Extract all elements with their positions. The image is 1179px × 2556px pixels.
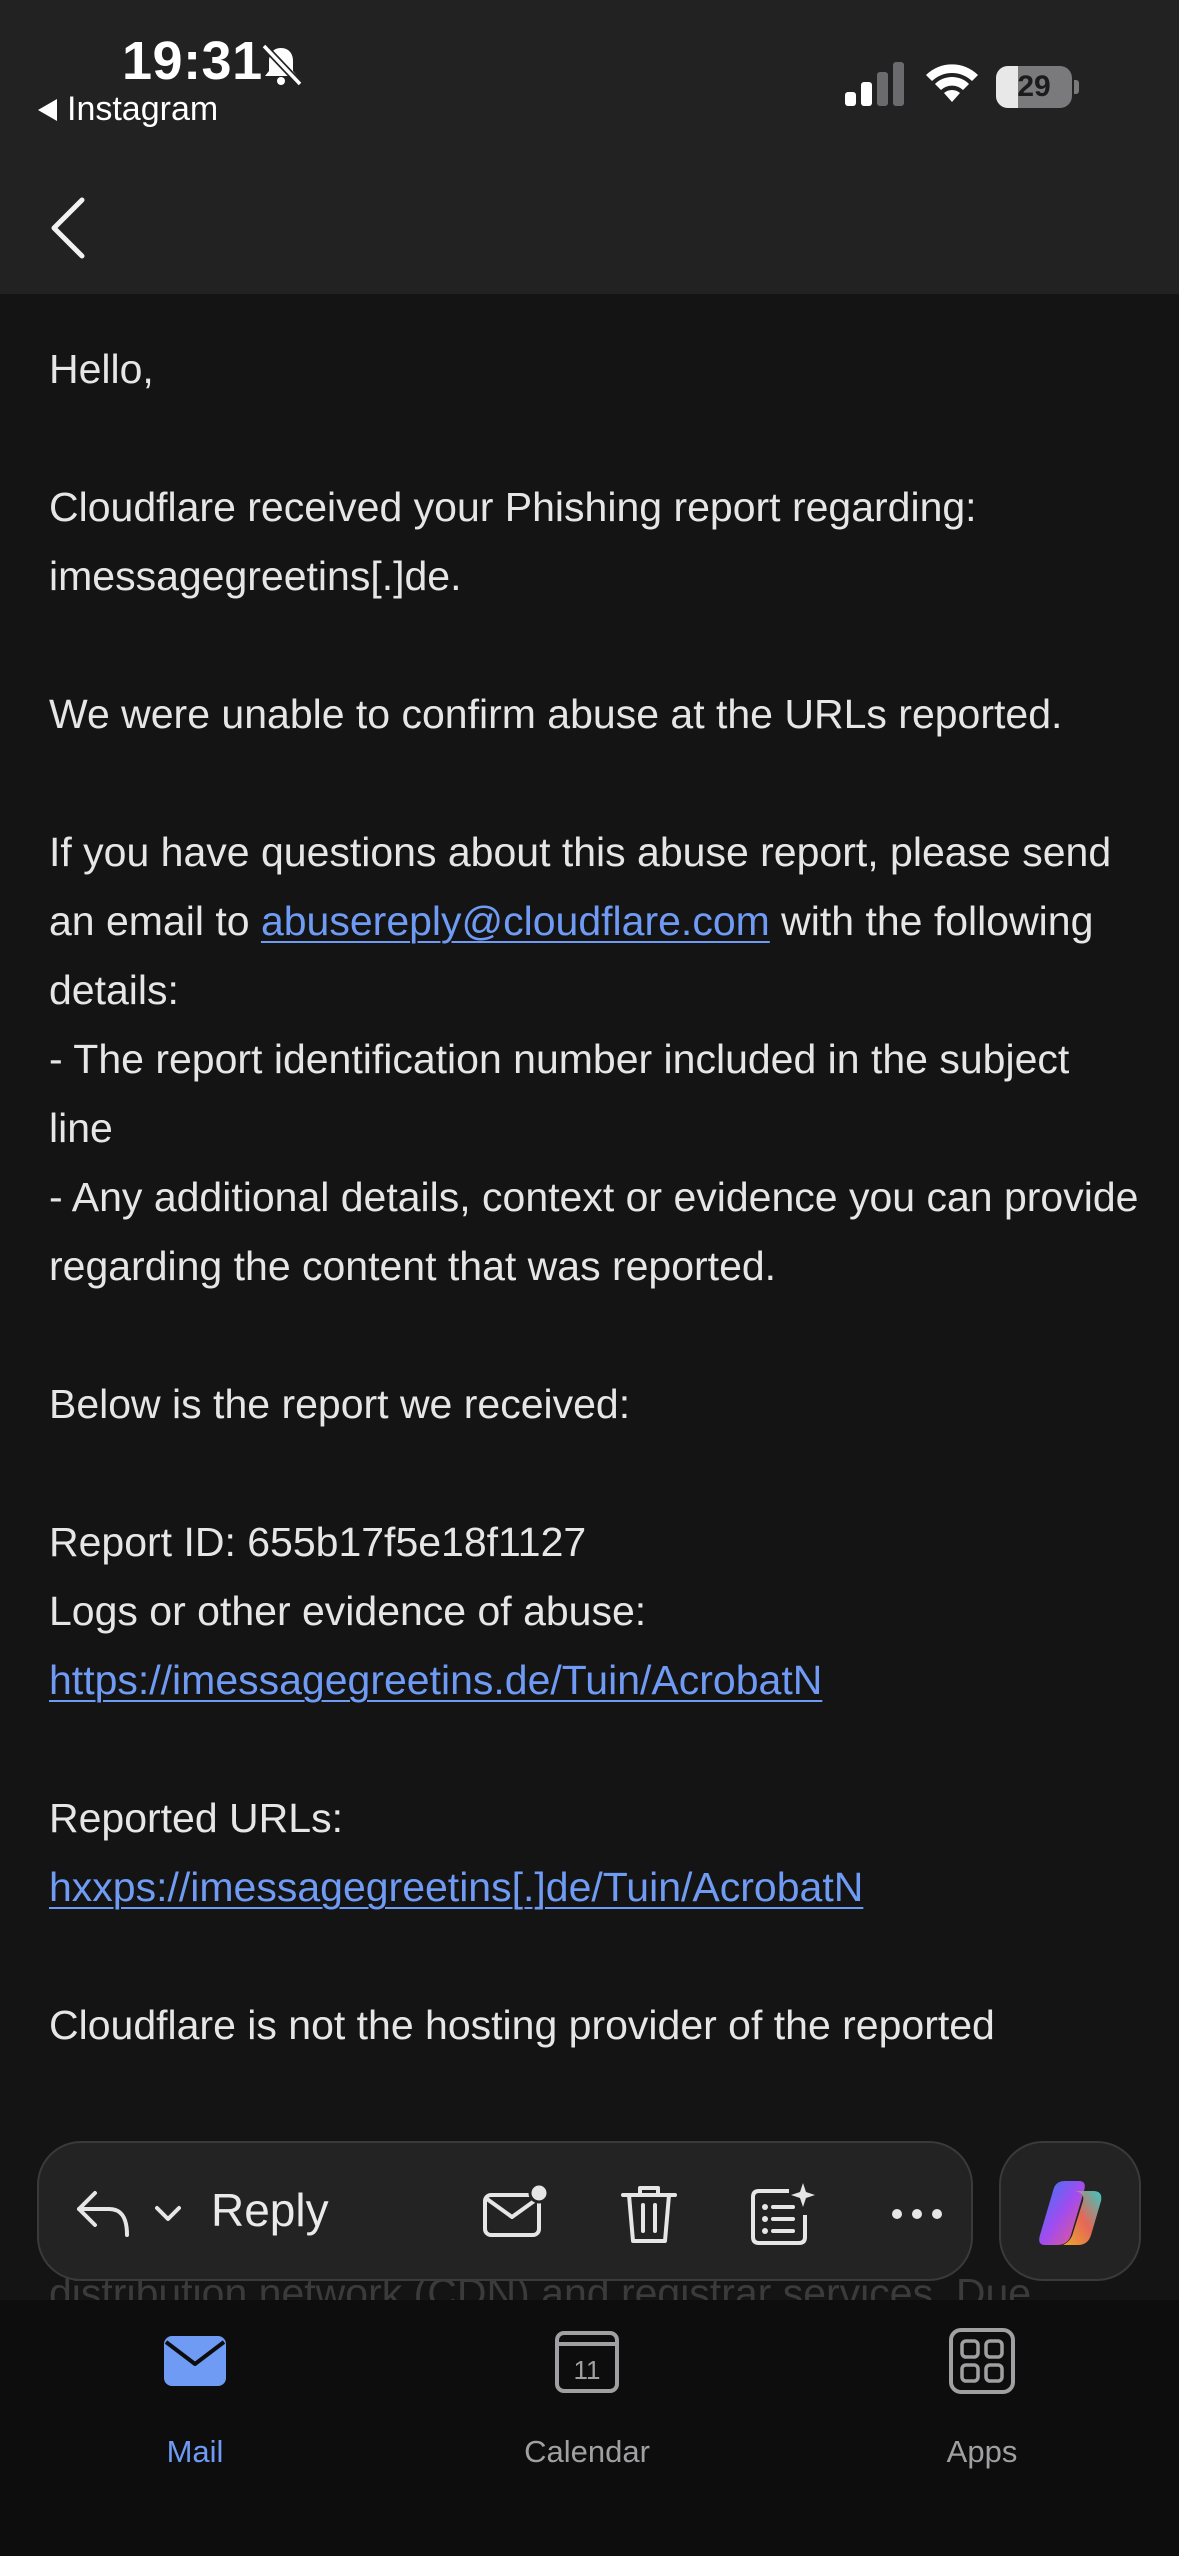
email-text: imessagegreetins[.]de. (49, 553, 462, 599)
email-paragraph: Below is the report we received: (49, 1381, 631, 1427)
back-chevron-icon[interactable] (44, 192, 94, 264)
calendar-day: 11 (574, 2355, 601, 2385)
tab-calendar[interactable]: 11 Calendar (477, 2328, 697, 2478)
tab-label: Calendar (524, 2434, 650, 2469)
report-id: Report ID: 655b17f5e18f1127 (49, 1519, 587, 1565)
email-paragraph: If you have questions about this abuse r… (49, 818, 1139, 1025)
email-bullet: - Any additional details, context or evi… (49, 1174, 1139, 1289)
status-time: 19:31 (122, 31, 263, 91)
back-app-label: Instagram (67, 90, 219, 128)
reply-button[interactable]: Reply (211, 2183, 329, 2237)
tab-apps[interactable]: Apps (872, 2328, 1092, 2478)
email-bullet: - The report identification number inclu… (49, 1036, 1070, 1151)
mark-unread-icon[interactable] (481, 2181, 549, 2247)
wifi-icon (926, 64, 978, 102)
tab-label: Apps (946, 2434, 1018, 2469)
more-options-icon[interactable] (883, 2181, 951, 2247)
apps-grid-icon (949, 2328, 1015, 2394)
header: 19:31 Instagram 29 (0, 0, 1179, 294)
reported-urls-label: Reported URLs: (49, 1795, 343, 1841)
tab-mail[interactable]: Mail (85, 2328, 305, 2478)
mail-icon (164, 2336, 226, 2386)
copilot-button[interactable] (999, 2141, 1141, 2281)
copilot-icon (1039, 2181, 1102, 2245)
reply-icon[interactable] (73, 2185, 133, 2241)
email-paragraph: Cloudflare received your Phishing report… (49, 473, 1139, 611)
back-arrow-icon (38, 98, 57, 121)
battery-percent: 29 (1017, 70, 1051, 103)
calendar-icon: 11 (555, 2331, 619, 2393)
cellular-signal-icon (845, 62, 904, 106)
email-text: Cloudflare received your Phishing report… (49, 484, 977, 530)
battery-indicator: 29 (996, 66, 1080, 108)
back-to-app-link[interactable]: Instagram (38, 90, 218, 129)
logs-link[interactable]: https://imessagegreetins.de/Tuin/Acrobat… (49, 1657, 822, 1703)
chevron-down-icon[interactable] (151, 2199, 185, 2229)
silent-bell-icon (261, 43, 303, 87)
email-body: Hello, Cloudflare received your Phishing… (49, 335, 1139, 2060)
email-paragraph: We were unable to confirm abuse at the U… (49, 691, 1063, 737)
logs-label: Logs or other evidence of abuse: (49, 1588, 647, 1634)
delete-icon[interactable] (615, 2181, 683, 2247)
ai-summary-icon[interactable] (749, 2181, 817, 2247)
email-address-link[interactable]: abusereply@cloudflare.com (261, 898, 770, 944)
reported-url-link[interactable]: hxxps://imessagegreetins[.]de/Tuin/Acrob… (49, 1864, 863, 1910)
email-action-bar: Reply (37, 2141, 973, 2281)
email-greeting: Hello, (49, 346, 154, 392)
email-paragraph: Cloudflare is not the hosting provider o… (49, 2002, 995, 2048)
bottom-tab-bar: Mail 11 Calendar Apps (0, 2300, 1179, 2556)
tab-label: Mail (166, 2434, 224, 2469)
